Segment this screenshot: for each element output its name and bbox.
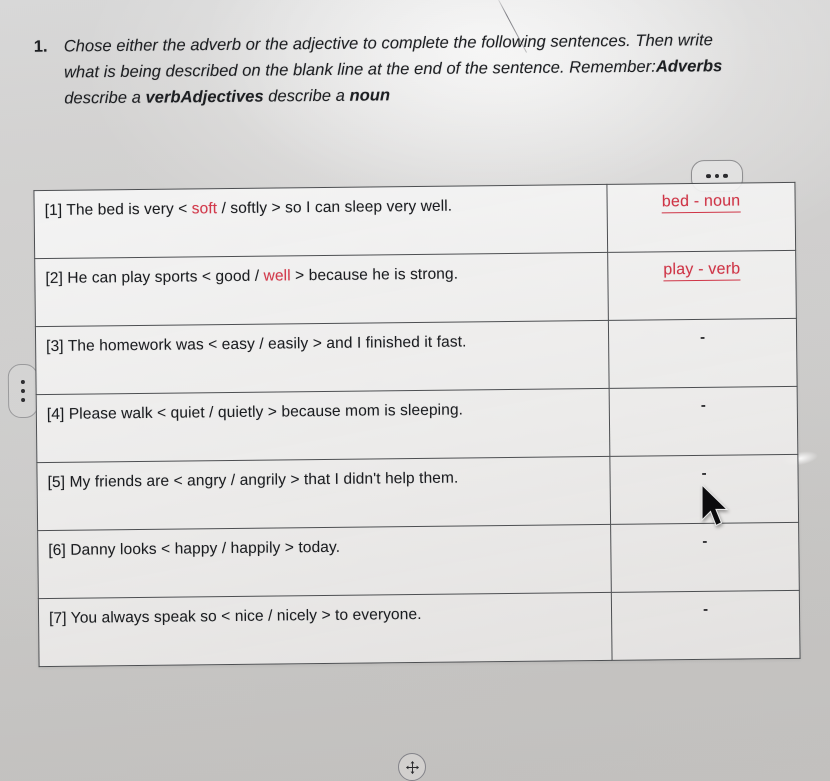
sentence-label: [7] [48, 609, 67, 627]
sentence-text-pre: You always speak so < [66, 607, 235, 627]
sentence-label: [3] [46, 337, 64, 356]
choice-option-b: quietly [217, 403, 264, 422]
instructions-bold-noun: noun [349, 86, 391, 105]
ellipsis-vertical-icon [21, 397, 26, 403]
ellipsis-horizontal-icon [706, 173, 711, 179]
choice-option-a: soft [191, 200, 218, 218]
ellipsis-horizontal-icon [714, 173, 720, 179]
sentence-cell[interactable]: [1] The bed is very < soft / softly > so… [33, 184, 608, 259]
choice-separator: / [263, 607, 277, 625]
instructions-text-3-plain: describe a [64, 88, 146, 108]
choice-option-a: good [215, 267, 251, 286]
table-row: [7] You always speak so < nice / nicely … [38, 590, 801, 667]
sentence-label: [6] [48, 541, 66, 559]
sentence-text-pre: The homework was < [63, 336, 222, 355]
move-arrows-icon [405, 760, 419, 774]
sentence-cell[interactable]: [6] Danny looks < happy / happily > toda… [37, 524, 612, 599]
answer-cell[interactable]: - [608, 318, 798, 389]
ellipsis-horizontal-icon [723, 173, 728, 179]
sentence-text-post: > because he is strong. [290, 265, 459, 285]
answer-cell[interactable]: bed - noun [606, 182, 796, 253]
instructions-block: 1. Chose either the adverb or the adject… [28, 26, 819, 112]
ellipsis-vertical-icon [20, 379, 25, 385]
sentence-cell[interactable]: [2] He can play sports < good / well > b… [34, 252, 609, 327]
sentence-text-post: > and I finished it fast. [308, 333, 467, 353]
sentence-text-pre: Danny looks < [65, 540, 175, 559]
sentence-label: [2] [45, 269, 64, 288]
choice-option-a: happy [174, 540, 218, 558]
choice-option-b: angrily [239, 471, 287, 489]
instructions-bold-verbadjectives: verbAdjectives [145, 87, 264, 107]
sentence-label: [1] [44, 201, 63, 220]
sentence-cell[interactable]: [5] My friends are < angry / angrily > t… [36, 456, 611, 531]
choice-separator: / [217, 200, 231, 218]
sentence-cell[interactable]: [4] Please walk < quiet / quietly > beca… [36, 388, 610, 463]
instructions-bold-adverbs: Adverbs [655, 57, 723, 76]
sentence-text-post: > to everyone. [317, 605, 422, 625]
table-row: [1] The bed is very < soft / softly > so… [33, 182, 796, 259]
left-edge-handle[interactable] [7, 363, 39, 419]
answer-blank-dash: - [702, 532, 708, 550]
instructions-text-2-plain: what is being described on the blank lin… [63, 57, 656, 82]
sentence-label: [4] [46, 405, 65, 424]
choice-separator: / [204, 404, 219, 422]
table-row: [3] The homework was < easy / easily > a… [35, 318, 798, 395]
answer-blank-dash: - [701, 464, 707, 482]
table-row: [2] He can play sports < good / well > b… [34, 250, 797, 327]
choice-option-b: nicely [276, 607, 318, 625]
sentence-text-pre: He can play sports < [62, 268, 216, 287]
answer-cell[interactable]: - [610, 522, 800, 593]
move-handle-button[interactable] [398, 753, 426, 781]
worksheet-table-wrapper: [1] The bed is very < soft / softly > so… [33, 181, 801, 668]
choice-separator: / [226, 471, 240, 490]
choice-option-a: easy [221, 335, 255, 354]
table-row: [4] Please walk < quiet / quietly > beca… [36, 386, 798, 463]
ellipsis-vertical-icon [20, 388, 26, 394]
choice-option-a: nice [234, 607, 264, 625]
sentence-text-pre: The bed is very < [62, 200, 192, 219]
answer-cell[interactable]: - [609, 386, 798, 457]
sentence-text-post: > so I can sleep very well. [267, 197, 453, 217]
table-row: [5] My friends are < angry / angrily > t… [36, 454, 799, 531]
sentence-label: [5] [47, 473, 66, 492]
choice-separator: / [250, 267, 264, 285]
sentence-text-pre: My friends are < [65, 472, 188, 491]
instructions-text-3-mid: describe a [263, 86, 350, 106]
sentence-cell[interactable]: [3] The homework was < easy / easily > a… [35, 320, 610, 395]
table-row: [6] Danny looks < happy / happily > toda… [37, 522, 800, 599]
answer-cell[interactable]: - [611, 590, 801, 661]
answer-cell[interactable]: - [609, 454, 799, 525]
choice-option-a: quiet [170, 404, 205, 422]
answer-value: bed - noun [661, 192, 741, 214]
choice-option-b: well [263, 267, 291, 285]
choice-option-b: happily [230, 539, 281, 558]
answer-blank-dash: - [700, 396, 706, 414]
choice-separator: / [254, 335, 269, 353]
worksheet-table: [1] The bed is very < soft / softly > so… [33, 181, 801, 668]
answer-blank-dash: - [702, 600, 709, 618]
sentence-text-post: > because mom is sleeping. [263, 401, 464, 421]
choice-option-b: easily [268, 335, 309, 353]
question-number: 1. [33, 37, 48, 56]
sentence-text-post: > today. [280, 538, 341, 557]
choice-separator: / [217, 540, 231, 558]
sentence-text-post: > that I didn't help them. [285, 469, 459, 489]
sentence-cell[interactable]: [7] You always speak so < nice / nicely … [38, 592, 613, 667]
worksheet-table-body: [1] The bed is very < soft / softly > so… [33, 182, 801, 667]
answer-blank-dash: - [699, 328, 706, 346]
answer-cell[interactable]: play - verb [607, 250, 797, 321]
choice-option-a: angry [187, 472, 227, 490]
answer-value: play - verb [663, 260, 741, 282]
choice-option-b: softly [230, 199, 268, 218]
sentence-text-pre: Please walk < [64, 404, 171, 423]
